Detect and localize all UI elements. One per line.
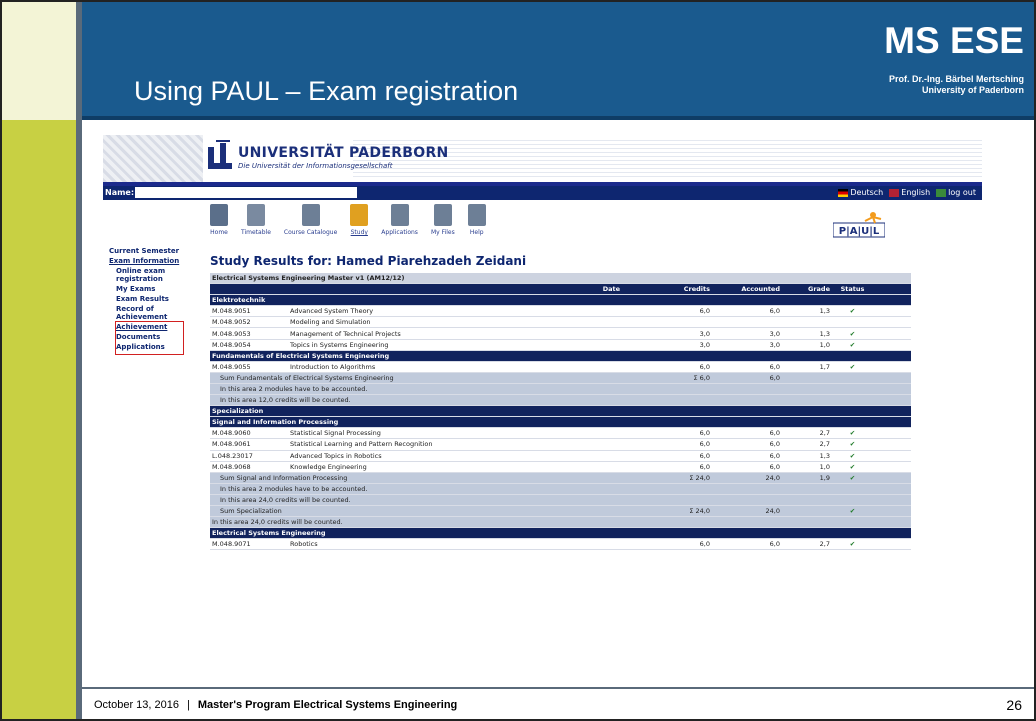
name-field <box>135 187 357 198</box>
nav-help[interactable]: Help <box>467 204 486 236</box>
brand-title: MS ESE <box>884 20 1024 61</box>
results-title: Study Results for: Hamed Piarehzadeh Zei… <box>210 254 527 268</box>
footer-separator: | <box>187 699 190 711</box>
col-credits: Credits <box>683 285 710 294</box>
col-date: Date <box>602 285 620 294</box>
nav-home[interactable]: Home <box>210 204 228 236</box>
university-logo-icon <box>208 140 232 169</box>
table-header: Date Credits Accounted Grade Status <box>210 284 911 296</box>
note-row: In this area 2 modules have to be accoun… <box>210 483 911 495</box>
footer-program: Master's Program Electrical Systems Engi… <box>197 699 458 711</box>
sum-row: Sum Fundamentals of Electrical Systems E… <box>210 372 911 384</box>
table-row: M.048.9055 Introduction to Algorithms 6,0 6… <box>210 361 911 373</box>
paul-banner: UNIVERSITÄT PADERBORN Die Universität de… <box>103 135 982 182</box>
brand-university: University of Paderborn <box>921 85 1024 95</box>
table-row: M.048.9071 Robotics 6,0 6,0 2,7 ✔ <box>210 539 911 551</box>
help-icon <box>467 204 486 226</box>
status-check-icon: ✔ <box>849 462 856 471</box>
name-label: Name: <box>105 188 135 197</box>
group-row: Fundamentals of Electrical Systems Engin… <box>210 350 911 362</box>
status-check-icon: ✔ <box>849 329 856 338</box>
svg-text:P|A|U|L: P|A|U|L <box>839 226 880 237</box>
paul-screenshot: UNIVERSITÄT PADERBORN Die Universität de… <box>103 135 982 627</box>
results-table: Electrical Systems Engineering Master v1… <box>210 273 911 551</box>
note-row: In this area 12,0 credits will be counte… <box>210 395 911 407</box>
page-number: 26 <box>1006 697 1022 713</box>
table-row: L.048.23017 Advanced Topics in Robotics 6,… <box>210 450 911 462</box>
col-grade: Grade <box>808 285 830 294</box>
program-row: Electrical Systems Engineering Master v1… <box>210 273 911 285</box>
timetable-icon <box>246 204 265 226</box>
left-accent-strip <box>2 2 76 719</box>
study-icon <box>350 204 369 226</box>
sum-row: Sum Specialization Σ 24,0 24,0 ✔ <box>210 505 911 518</box>
status-check-icon: ✔ <box>849 362 856 371</box>
slide-title: Using PAUL – Exam registration <box>134 76 519 106</box>
paul-logo: P|A|U|L <box>833 212 885 238</box>
footer-date: October 13, 2016 <box>94 699 180 711</box>
sidebar-exam-information[interactable]: Exam Information <box>109 257 201 265</box>
nav-my-files[interactable]: My Files <box>431 204 455 236</box>
logout-link[interactable]: log out <box>936 188 976 197</box>
table-row: M.048.9068 Knowledge Engineering 6,0 6,0 1,0… <box>210 461 911 473</box>
status-check-icon: ✔ <box>849 473 856 482</box>
note-row: In this area 2 modules have to be accoun… <box>210 383 911 396</box>
status-check-icon: ✔ <box>849 440 856 449</box>
group-row: Specialization <box>210 406 911 418</box>
table-row: M.048.9061 Statistical Learning and Patte… <box>210 439 911 451</box>
applications-icon <box>390 204 409 226</box>
group-row: Elektrotechnik <box>210 295 911 307</box>
table-row: M.048.9053 Management of Technical Projec… <box>210 328 911 340</box>
status-check-icon: ✔ <box>849 307 856 316</box>
status-check-icon: ✔ <box>849 340 856 349</box>
sidebar-my-exams[interactable]: My Exams <box>109 285 201 293</box>
sidebar-exam-results[interactable]: Exam Results <box>109 295 201 303</box>
table-row: M.048.9060 Statistical Signal Processing 6… <box>210 428 911 440</box>
status-check-icon: ✔ <box>849 507 856 516</box>
table-row: M.048.9052 Modeling and Simulation <box>210 317 911 329</box>
status-check-icon: ✔ <box>849 540 856 549</box>
name-bar: Name: Deutsch English log out <box>103 186 982 200</box>
slide: Using PAUL – Exam registration MS ESE Pr… <box>0 0 1036 721</box>
home-icon <box>210 204 228 226</box>
col-status: Status <box>840 285 865 294</box>
note-row: In this area 24,0 credits will be counte… <box>210 517 911 529</box>
note-row: In this area 24,0 credits will be counte… <box>210 494 911 506</box>
status-check-icon: ✔ <box>849 451 856 460</box>
nav-study[interactable]: Study <box>350 204 369 236</box>
slide-header: Using PAUL – Exam registration MS ESE Pr… <box>82 2 1034 120</box>
sidebar-current-semester[interactable]: Current Semester <box>109 247 201 255</box>
group-row: Electrical Systems Engineering <box>210 528 911 540</box>
sum-row: Sum Signal and Information Processing Σ 2… <box>210 472 911 484</box>
university-tagline: Die Universität der Informationsgesellsc… <box>238 162 393 170</box>
group-row: Signal and Information Processing <box>210 417 911 429</box>
sidebar-record-of-achievement[interactable]: Record of Achievement <box>109 305 201 321</box>
nav-timetable[interactable]: Timetable <box>241 204 271 236</box>
nav-applications[interactable]: Applications <box>381 204 418 236</box>
paul-nav: Home Timetable Course Catalogue Study Applic… <box>210 204 486 236</box>
highlight-box <box>115 321 184 355</box>
files-icon <box>433 204 452 226</box>
catalogue-icon <box>301 204 320 226</box>
slide-footer: October 13, 2016 | Master's Program Electr… <box>82 687 1034 719</box>
col-accounted: Accounted <box>741 285 780 294</box>
status-check-icon: ✔ <box>849 429 856 438</box>
brand-professor: Prof. Dr.-Ing. Bärbel Mertsching <box>888 74 1024 84</box>
sidebar-online-exam-registration[interactable]: Online exam registration <box>109 267 201 283</box>
lang-deutsch-link[interactable]: Deutsch <box>838 188 883 197</box>
lang-english-link[interactable]: English <box>889 188 930 197</box>
table-row: M.048.9051 Advanced System Theory 6,0 6,0 1,… <box>210 306 911 318</box>
brand-subtitle: Prof. Dr.-Ing. Bärbel Mertsching Univers… <box>889 74 1024 96</box>
university-name: UNIVERSITÄT PADERBORN <box>238 145 449 161</box>
nav-course-catalogue[interactable]: Course Catalogue <box>284 204 337 236</box>
table-row: M.048.9054 Topics in Systems Engineering 3… <box>210 339 911 351</box>
